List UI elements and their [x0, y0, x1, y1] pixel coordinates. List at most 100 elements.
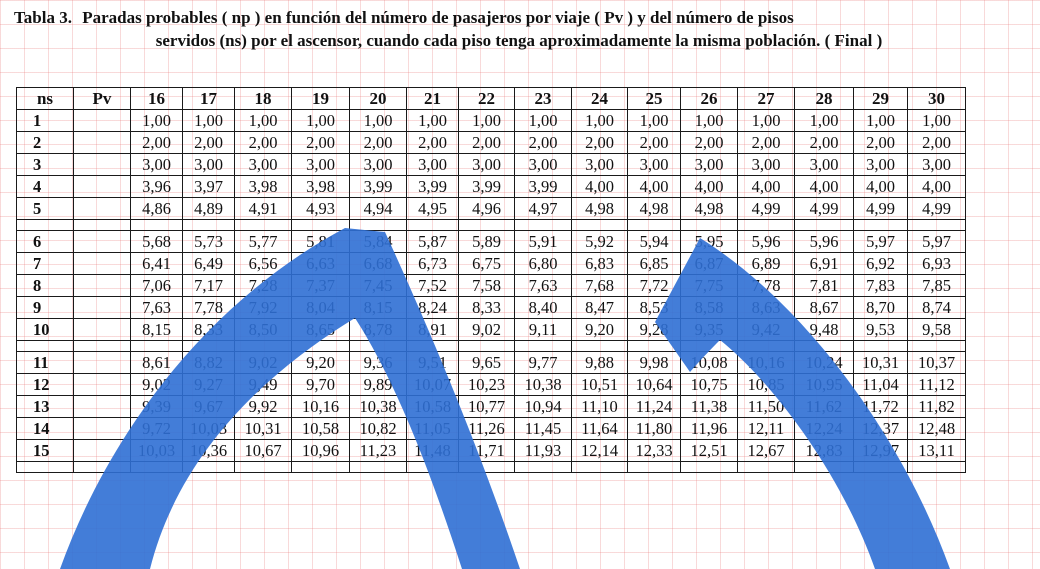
table-cell: 1,00 — [571, 109, 628, 132]
table-cell — [406, 340, 459, 352]
table-cell: 3,00 — [627, 153, 681, 176]
table-cell: 8,24 — [406, 296, 459, 319]
table-cell — [234, 340, 292, 352]
table-cell — [234, 219, 292, 231]
table-cell: 1,00 — [853, 109, 908, 132]
table-cell: 9,02 — [234, 351, 292, 374]
table-cell: 12,14 — [571, 439, 628, 462]
caption-line-1-text: Paradas probables ( np ) en función del … — [82, 8, 794, 27]
table-cell: 4,99 — [907, 197, 966, 220]
table-cell: 2,00 — [907, 131, 966, 154]
table-cell: 4,94 — [349, 197, 407, 220]
table-cell: 11,96 — [680, 417, 738, 440]
table-row: 3 3,00 3,00 3,00 3,00 3,00 3,00 3,00 3,00 3,00 3,0… — [16, 153, 966, 176]
table-cell: 11,48 — [406, 439, 459, 462]
table-cell: 3,96 — [130, 175, 183, 198]
table-cell: 9,70 — [291, 373, 350, 396]
cell-pv-empty — [73, 318, 131, 341]
table-cell: 6,41 — [130, 252, 183, 275]
table-cell: 8,65 — [291, 318, 350, 341]
table-cell: 3,00 — [406, 153, 459, 176]
table-cell: 6,89 — [737, 252, 795, 275]
header-pv-24: 24 — [571, 87, 628, 110]
table-cell: 9,49 — [234, 373, 292, 396]
table-cell: 9,89 — [349, 373, 407, 396]
table-cell: 9,02 — [130, 373, 183, 396]
table-caption: Tabla 3. Paradas probables ( np ) en fun… — [14, 6, 1024, 52]
header-pv-25: 25 — [627, 87, 681, 110]
table-cell: 1,00 — [234, 109, 292, 132]
table-cell: 6,87 — [680, 252, 738, 275]
table-cell: 4,98 — [627, 197, 681, 220]
table-cell: 1,00 — [794, 109, 854, 132]
cell-ns: 7 — [16, 252, 74, 275]
table-cell: 3,00 — [853, 153, 908, 176]
cell-ns: 14 — [16, 417, 74, 440]
table-cell: 4,00 — [627, 175, 681, 198]
table-cell: 5,97 — [853, 230, 908, 253]
table-row: 13 9,39 9,67 9,92 10,16 10,38 10,58 10,77 10,94 1… — [16, 395, 966, 418]
table-cell: 11,71 — [458, 439, 515, 462]
table-cell — [349, 340, 407, 352]
table-cell: 5,94 — [627, 230, 681, 253]
table-cell: 9,42 — [737, 318, 795, 341]
paradas-table: ns Pv 16 17 18 19 20 21 22 23 24 25 26 27 28 29 30 1 1,… — [16, 87, 966, 473]
table-cell: 10,03 — [130, 439, 183, 462]
table-cell: 10,36 — [182, 439, 235, 462]
table-cell: 9,72 — [130, 417, 183, 440]
table-cell: 12,67 — [737, 439, 795, 462]
cell-ns: 9 — [16, 296, 74, 319]
cell-pv-empty — [73, 296, 131, 319]
table-cell — [571, 340, 628, 352]
table-cell: 9,02 — [458, 318, 515, 341]
cell-pv-empty — [73, 153, 131, 176]
table-cell — [406, 461, 459, 473]
table-cell: 7,28 — [234, 274, 292, 297]
table-cell: 8,33 — [458, 296, 515, 319]
table-cell — [182, 219, 235, 231]
table-cell: 4,98 — [680, 197, 738, 220]
table-cell: 5,95 — [680, 230, 738, 253]
cell-pv-empty — [73, 274, 131, 297]
table-cell: 6,49 — [182, 252, 235, 275]
table-cell: 12,51 — [680, 439, 738, 462]
table-cell — [349, 219, 407, 231]
table-cell: 10,95 — [794, 373, 854, 396]
table-row: 4 3,96 3,97 3,98 3,98 3,99 3,99 3,99 3,99 4,00 4,0… — [16, 175, 966, 198]
table-cell: 11,38 — [680, 395, 738, 418]
spacer-row — [16, 219, 966, 231]
table-cell: 9,39 — [130, 395, 183, 418]
table-cell — [349, 461, 407, 473]
table-cell: 2,00 — [130, 131, 183, 154]
table-cell — [680, 219, 738, 231]
spacer-row — [16, 461, 966, 473]
table-cell: 3,99 — [349, 175, 407, 198]
table-cell — [853, 461, 908, 473]
table-body: 1 1,00 1,00 1,00 1,00 1,00 1,00 1,00 1,00 1,00 1,0… — [16, 109, 966, 473]
table-cell: 11,24 — [627, 395, 681, 418]
table-cell: 2,00 — [794, 131, 854, 154]
table-cell: 2,00 — [458, 131, 515, 154]
table-cell: 4,93 — [291, 197, 350, 220]
header-pv-26: 26 — [680, 87, 738, 110]
table-cell — [130, 461, 183, 473]
table-cell: 2,00 — [234, 131, 292, 154]
table-cell: 2,00 — [627, 131, 681, 154]
header-pv-30: 30 — [907, 87, 966, 110]
table-cell: 10,37 — [907, 351, 966, 374]
cell-ns: 12 — [16, 373, 74, 396]
table-cell: 8,82 — [182, 351, 235, 374]
table-cell: 9,28 — [627, 318, 681, 341]
table-cell: 3,00 — [234, 153, 292, 176]
table-cell: 11,80 — [627, 417, 681, 440]
table-row: 9 7,63 7,78 7,92 8,04 8,15 8,24 8,33 8,40 8,47 8,5… — [16, 296, 966, 319]
table-cell: 3,98 — [234, 175, 292, 198]
table-cell: 6,68 — [349, 252, 407, 275]
table-cell: 10,08 — [680, 351, 738, 374]
table-cell: 11,04 — [853, 373, 908, 396]
table-row: 15 10,03 10,36 10,67 10,96 11,23 11,48 11,71 11,… — [16, 439, 966, 462]
table-cell: 8,63 — [737, 296, 795, 319]
table-cell — [794, 340, 854, 352]
table-cell: 9,20 — [571, 318, 628, 341]
caption-label: Tabla 3. — [14, 8, 72, 27]
